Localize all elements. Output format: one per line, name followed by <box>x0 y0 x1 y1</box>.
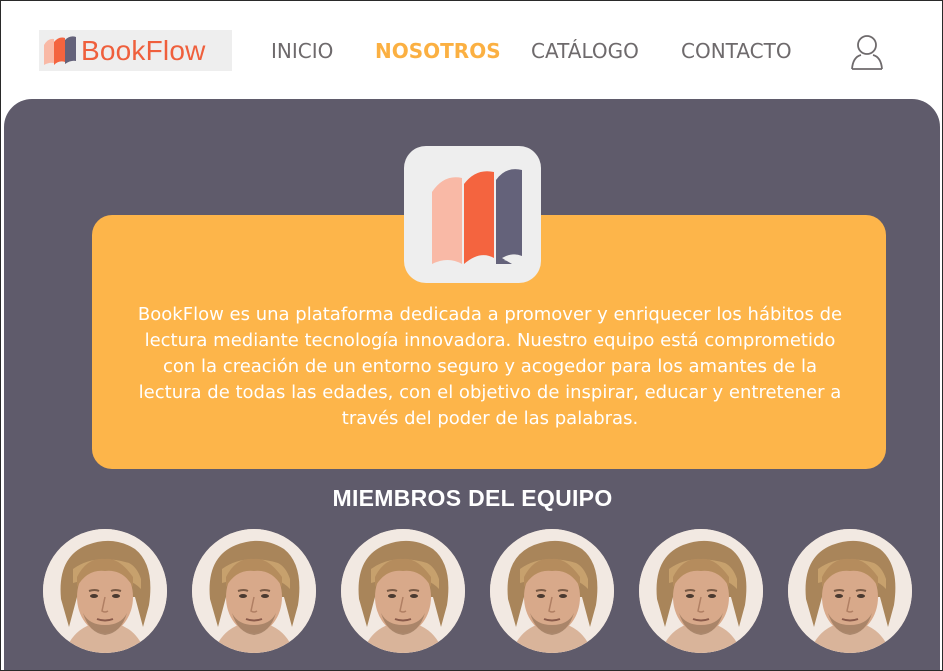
site-header: BookFlow INICIO NOSOTROS CATÁLOGO CONTAC… <box>1 1 942 101</box>
about-line: lectura de todas las edades, con el obje… <box>138 382 842 403</box>
about-line: con la creación de un entorno seguro y a… <box>163 356 817 377</box>
team-member-avatar[interactable] <box>43 529 167 653</box>
team-member-avatar[interactable] <box>490 529 614 653</box>
nav-item-catalogo[interactable]: CATÁLOGO <box>531 39 639 63</box>
team-member-avatar[interactable] <box>639 529 763 653</box>
person-photo-icon <box>192 529 316 653</box>
center-logo <box>404 146 541 283</box>
nav-item-contacto[interactable]: CONTACTO <box>681 39 792 63</box>
brand-logo[interactable]: BookFlow <box>39 30 232 71</box>
person-photo-icon <box>639 529 763 653</box>
team-member-avatar[interactable] <box>341 529 465 653</box>
brand-name: BookFlow <box>81 34 206 66</box>
nav-item-nosotros[interactable]: NOSOTROS <box>375 39 501 63</box>
about-line: lectura mediante tecnología innovadora. … <box>144 330 836 351</box>
person-photo-icon <box>341 529 465 653</box>
page-frame: BookFlow INICIO NOSOTROS CATÁLOGO CONTAC… <box>0 0 943 671</box>
about-line: BookFlow es una plataforma dedicada a pr… <box>137 304 843 325</box>
about-description: BookFlow es una plataforma dedicada a pr… <box>102 302 878 432</box>
person-photo-icon <box>43 529 167 653</box>
bookflow-large-logo-icon <box>431 168 522 264</box>
bookflow-logo-icon <box>44 35 76 65</box>
team-member-avatar[interactable] <box>192 529 316 653</box>
person-photo-icon <box>490 529 614 653</box>
nav-item-inicio[interactable]: INICIO <box>271 39 333 63</box>
user-icon[interactable] <box>849 33 885 71</box>
team-title: MIEMBROS DEL EQUIPO <box>332 485 613 511</box>
team-member-avatar[interactable] <box>788 529 912 653</box>
about-line: través del poder de las palabras. <box>341 408 639 429</box>
person-photo-icon <box>788 529 912 653</box>
